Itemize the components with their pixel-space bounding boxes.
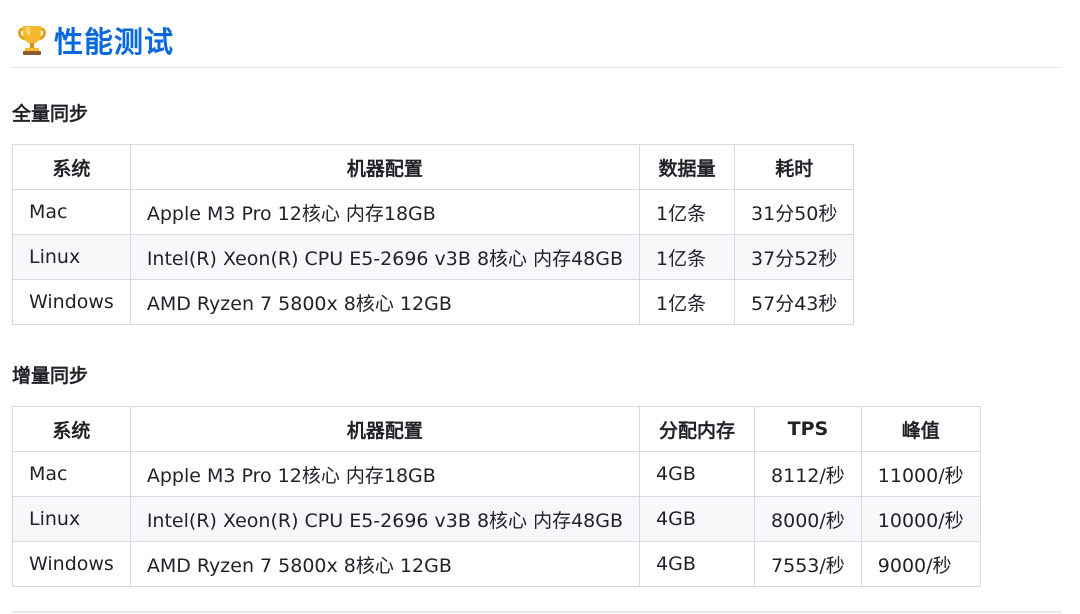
cell-peak: 10000/秒 [860, 496, 981, 542]
cell-tps: 8000/秒 [754, 496, 862, 542]
column-header-system: 系统 [12, 144, 131, 190]
cell-machine-config: Apple M3 Pro 12核心 内存18GB [129, 451, 641, 497]
cell-system: Linux [12, 234, 131, 280]
cell-duration: 37分52秒 [734, 234, 855, 280]
cell-machine-config: Intel(R) Xeon(R) CPU E5-2696 v3B 8核心 内存4… [129, 234, 641, 280]
table-row: Linux Intel(R) Xeon(R) CPU E5-2696 v3B 8… [12, 234, 855, 280]
table-header-row: 系统 机器配置 分配内存 TPS 峰值 [12, 406, 981, 452]
cell-peak: 9000/秒 [860, 541, 981, 587]
section-heading: 性能测试 [18, 18, 174, 62]
column-header-data-volume: 数据量 [639, 144, 736, 190]
cell-system: Linux [12, 496, 131, 542]
column-header-peak: 峰值 [860, 406, 981, 452]
table-row: Windows AMD Ryzen 7 5800x 8核心 12GB 4GB 7… [12, 541, 981, 587]
table-row: Linux Intel(R) Xeon(R) CPU E5-2696 v3B 8… [12, 496, 981, 542]
cell-duration: 31分50秒 [734, 189, 855, 235]
document-page: 性能测试 全量同步 系统 机器配置 数据量 耗时 Mac Apple M3 Pr… [0, 0, 1080, 614]
column-header-machine-config: 机器配置 [129, 144, 641, 190]
incremental-sync-table: 系统 机器配置 分配内存 TPS 峰值 Mac Apple M3 Pro 12核… [12, 406, 981, 587]
cell-tps: 7553/秒 [754, 541, 862, 587]
column-header-allocated-memory: 分配内存 [639, 406, 756, 452]
table-row: Mac Apple M3 Pro 12核心 内存18GB 1亿条 31分50秒 [12, 189, 855, 235]
heading-divider [12, 67, 1062, 68]
cell-allocated-memory: 4GB [639, 496, 756, 542]
cell-tps: 8112/秒 [754, 451, 862, 497]
cell-data-volume: 1亿条 [639, 234, 736, 280]
full-sync-title: 全量同步 [12, 103, 89, 125]
table-row: Windows AMD Ryzen 7 5800x 8核心 12GB 1亿条 5… [12, 279, 855, 325]
column-header-machine-config: 机器配置 [129, 406, 641, 452]
cell-machine-config: AMD Ryzen 7 5800x 8核心 12GB [129, 541, 641, 587]
cell-machine-config: Intel(R) Xeon(R) CPU E5-2696 v3B 8核心 内存4… [129, 496, 641, 542]
cell-system: Mac [12, 189, 131, 235]
page-title: 性能测试 [54, 25, 175, 59]
full-sync-table: 系统 机器配置 数据量 耗时 Mac Apple M3 Pro 12核心 内存1… [12, 144, 855, 325]
cell-machine-config: AMD Ryzen 7 5800x 8核心 12GB [129, 279, 641, 325]
incremental-sync-title: 增量同步 [12, 365, 89, 387]
cell-system: Windows [12, 279, 131, 325]
cell-peak: 11000/秒 [860, 451, 981, 497]
cell-data-volume: 1亿条 [639, 279, 736, 325]
bottom-divider [12, 611, 1062, 613]
cell-allocated-memory: 4GB [639, 451, 756, 497]
cell-duration: 57分43秒 [734, 279, 855, 325]
trophy-icon [18, 24, 46, 56]
cell-machine-config: Apple M3 Pro 12核心 内存18GB [129, 189, 641, 235]
table-row: Mac Apple M3 Pro 12核心 内存18GB 4GB 8112/秒 … [12, 451, 981, 497]
column-header-tps: TPS [754, 406, 862, 452]
column-header-system: 系统 [12, 406, 131, 452]
cell-allocated-memory: 4GB [639, 541, 756, 587]
cell-system: Mac [12, 451, 131, 497]
cell-data-volume: 1亿条 [639, 189, 736, 235]
table-header-row: 系统 机器配置 数据量 耗时 [12, 144, 855, 190]
cell-system: Windows [12, 541, 131, 587]
column-header-duration: 耗时 [734, 144, 855, 190]
